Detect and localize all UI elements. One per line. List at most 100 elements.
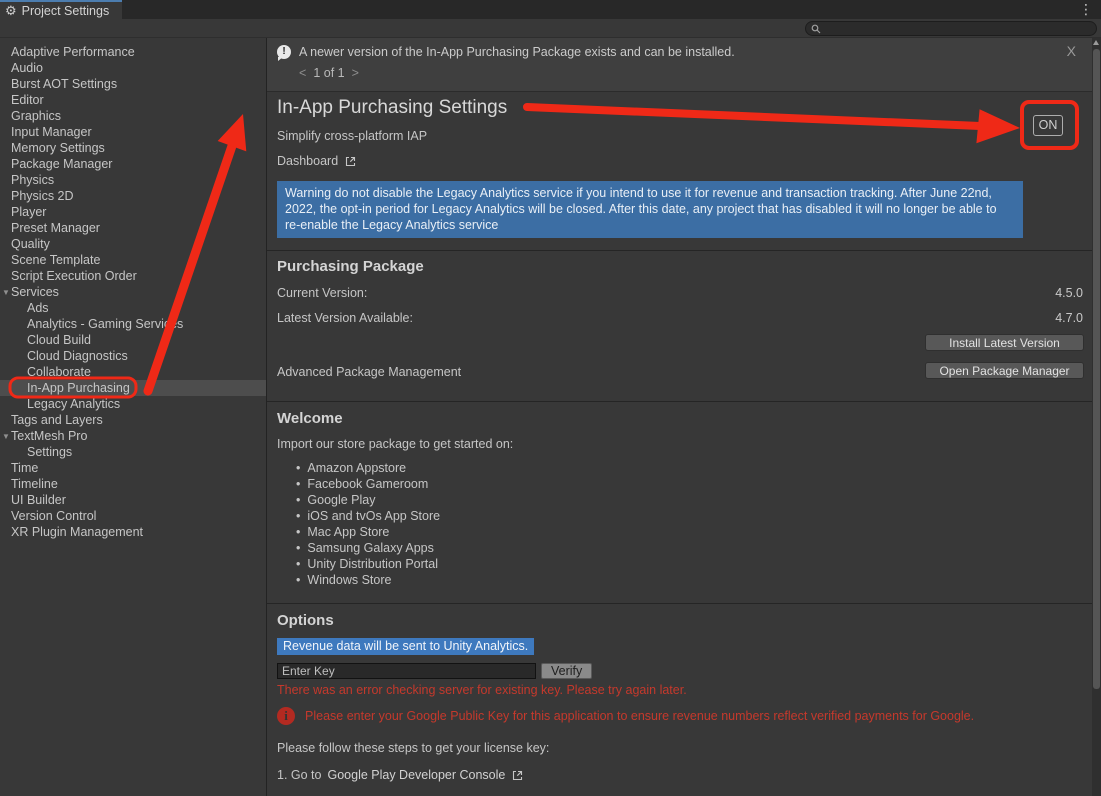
sidebar-item[interactable]: Timeline (0, 476, 266, 492)
store-list-item: • Mac App Store (296, 524, 1084, 540)
sidebar-item-label: Services (11, 285, 59, 299)
sidebar-item[interactable]: Cloud Build (0, 332, 266, 348)
sidebar-item[interactable]: Cloud Diagnostics (0, 348, 266, 364)
store-list-item: • Unity Distribution Portal (296, 556, 1084, 572)
sidebar-item-label: Cloud Diagnostics (27, 349, 128, 363)
sidebar-item-label: Physics 2D (11, 189, 74, 203)
sidebar-item[interactable]: Physics 2D (0, 188, 266, 204)
dashboard-link[interactable]: Dashboard (277, 154, 1084, 168)
step1-prefix: 1. Go to (277, 768, 321, 782)
sidebar-item[interactable]: Input Manager (0, 124, 266, 140)
sidebar-item-label: Quality (11, 237, 50, 251)
current-version-label: Current Version: (277, 286, 367, 300)
iap-toggle-on-button[interactable]: ON (1033, 115, 1063, 136)
page-title: In-App Purchasing Settings (277, 97, 1084, 119)
sidebar-item[interactable]: Package Manager (0, 156, 266, 172)
sidebar-item[interactable]: ▼ TextMesh Pro (0, 428, 266, 444)
pager-next-icon[interactable]: > (352, 66, 359, 80)
settings-toolbar (0, 19, 1101, 38)
bullet-icon: • (296, 525, 300, 539)
license-steps-intro: Please follow these steps to get your li… (277, 741, 1084, 755)
sidebar-item[interactable]: ▼ Services (0, 284, 266, 300)
sidebar-item[interactable]: Memory Settings (0, 140, 266, 156)
window-titlebar: ⚙ Project Settings ⋮ (0, 0, 1101, 19)
sidebar-item-label: Analytics - Gaming Services (27, 317, 183, 331)
store-list: • Amazon Appstore • Facebook Gameroom • … (277, 460, 1084, 588)
scroll-up-icon[interactable] (1093, 40, 1099, 45)
sidebar-item[interactable]: Script Execution Order (0, 268, 266, 284)
sidebar-item[interactable]: Analytics - Gaming Services (0, 316, 266, 332)
sidebar-item[interactable]: Time (0, 460, 266, 476)
sidebar-item[interactable]: Version Control (0, 508, 266, 524)
kebab-menu-icon[interactable]: ⋮ (1079, 1, 1093, 18)
store-name: Facebook Gameroom (307, 477, 428, 491)
sidebar-item-label: TextMesh Pro (11, 429, 87, 443)
store-name: Mac App Store (307, 525, 389, 539)
external-link-icon[interactable] (511, 769, 524, 782)
verify-button[interactable]: Verify (541, 663, 592, 679)
update-notification-banner: ! A newer version of the In-App Purchasi… (267, 38, 1092, 92)
bullet-icon: • (296, 541, 300, 555)
sidebar-item[interactable]: Adaptive Performance (0, 44, 266, 60)
sidebar-item-label: Legacy Analytics (27, 397, 120, 411)
section-divider (267, 401, 1092, 402)
sidebar-item[interactable]: Scene Template (0, 252, 266, 268)
latest-version-label: Latest Version Available: (277, 311, 413, 325)
sidebar-item[interactable]: Settings (0, 444, 266, 460)
sidebar-item[interactable]: Burst AOT Settings (0, 76, 266, 92)
scrollbar-thumb[interactable] (1093, 49, 1100, 689)
sidebar-item-label: Graphics (11, 109, 61, 123)
revenue-analytics-note: Revenue data will be sent to Unity Analy… (277, 638, 534, 655)
expander-icon[interactable]: ▼ (2, 288, 11, 297)
key-error-text: There was an error checking server for e… (277, 683, 1084, 697)
bullet-icon: • (296, 493, 300, 507)
store-name: Google Play (307, 493, 375, 507)
sidebar-item-label: In-App Purchasing (27, 381, 130, 395)
sidebar-item-label: Timeline (11, 477, 58, 491)
sidebar-item-label: Player (11, 205, 46, 219)
sidebar-item[interactable]: Graphics (0, 108, 266, 124)
sidebar-item[interactable]: In-App Purchasing (0, 380, 266, 396)
store-list-item: • Facebook Gameroom (296, 476, 1084, 492)
sidebar-item[interactable]: Quality (0, 236, 266, 252)
tab-project-settings[interactable]: ⚙ Project Settings (0, 0, 122, 19)
sidebar-item-label: Script Execution Order (11, 269, 137, 283)
store-name: iOS and tvOs App Store (307, 509, 440, 523)
expander-icon[interactable]: ▼ (2, 432, 11, 441)
sidebar-item[interactable]: Player (0, 204, 266, 220)
sidebar-item-label: Preset Manager (11, 221, 100, 235)
vertical-scrollbar[interactable] (1092, 38, 1101, 796)
enter-key-input[interactable] (277, 663, 536, 679)
bullet-icon: • (296, 477, 300, 491)
section-divider (267, 603, 1092, 604)
search-box[interactable] (805, 21, 1097, 36)
sidebar-item[interactable]: UI Builder (0, 492, 266, 508)
install-latest-version-button[interactable]: Install Latest Version (925, 334, 1084, 351)
sidebar-item[interactable]: Tags and Layers (0, 412, 266, 428)
pager-prev-icon[interactable]: < (299, 66, 306, 80)
search-icon (811, 24, 821, 34)
store-name: Samsung Galaxy Apps (307, 541, 433, 555)
sidebar-item[interactable]: Physics (0, 172, 266, 188)
purchasing-package-heading: Purchasing Package (277, 258, 1084, 275)
store-list-item: • Samsung Galaxy Apps (296, 540, 1084, 556)
store-name: Windows Store (307, 573, 391, 587)
error-info-icon: i (277, 707, 295, 725)
close-icon[interactable]: X (1067, 43, 1076, 59)
current-version-value: 4.5.0 (1055, 286, 1083, 300)
sidebar-item[interactable]: Legacy Analytics (0, 396, 266, 412)
google-play-console-link[interactable]: Google Play Developer Console (327, 768, 505, 782)
search-input[interactable] (825, 23, 1091, 35)
main-panel: ! A newer version of the In-App Purchasi… (267, 38, 1101, 796)
sidebar-item-label: XR Plugin Management (11, 525, 143, 539)
notification-message: A newer version of the In-App Purchasing… (299, 45, 735, 59)
sidebar-item[interactable]: Audio (0, 60, 266, 76)
sidebar-item[interactable]: Ads (0, 300, 266, 316)
sidebar-item[interactable]: Collaborate (0, 364, 266, 380)
sidebar-item[interactable]: XR Plugin Management (0, 524, 266, 540)
pager-label: 1 of 1 (313, 66, 344, 80)
open-package-manager-button[interactable]: Open Package Manager (925, 362, 1084, 379)
sidebar-item[interactable]: Editor (0, 92, 266, 108)
dashboard-link-label: Dashboard (277, 154, 338, 168)
sidebar-item[interactable]: Preset Manager (0, 220, 266, 236)
